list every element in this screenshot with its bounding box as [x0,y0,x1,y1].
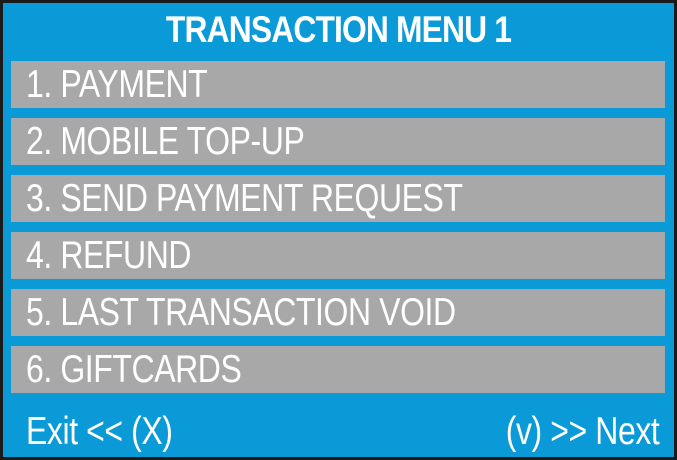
menu-item-send-payment-request[interactable]: 3. SEND PAYMENT REQUEST [11,175,665,222]
menu-item-label: 4. REFUND [26,233,192,277]
menu-item-mobile-top-up[interactable]: 2. MOBILE TOP-UP [11,118,665,165]
menu-item-last-transaction-void[interactable]: 5. LAST TRANSACTION VOID [11,289,665,336]
menu-item-payment[interactable]: 1. PAYMENT [11,61,665,108]
menu-item-label: 1. PAYMENT [26,62,208,106]
screen-title: TRANSACTION MENU 1 [165,9,512,50]
menu-item-label: 5. LAST TRANSACTION VOID [26,290,456,334]
menu-item-label: 2. MOBILE TOP-UP [26,119,305,163]
exit-softkey[interactable]: Exit << (X) [26,410,173,454]
menu-item-label: 3. SEND PAYMENT REQUEST [26,176,463,220]
softkey-bar: Exit << (X) (v) >> Next [6,406,671,458]
menu-item-label: 6. GIFTCARDS [26,347,242,391]
menu-item-giftcards[interactable]: 6. GIFTCARDS [11,346,665,393]
menu-item-refund[interactable]: 4. REFUND [11,232,665,279]
terminal-screen: TRANSACTION MENU 1 1. PAYMENT 2. MOBILE … [0,0,677,460]
next-softkey[interactable]: (v) >> Next [505,410,659,454]
